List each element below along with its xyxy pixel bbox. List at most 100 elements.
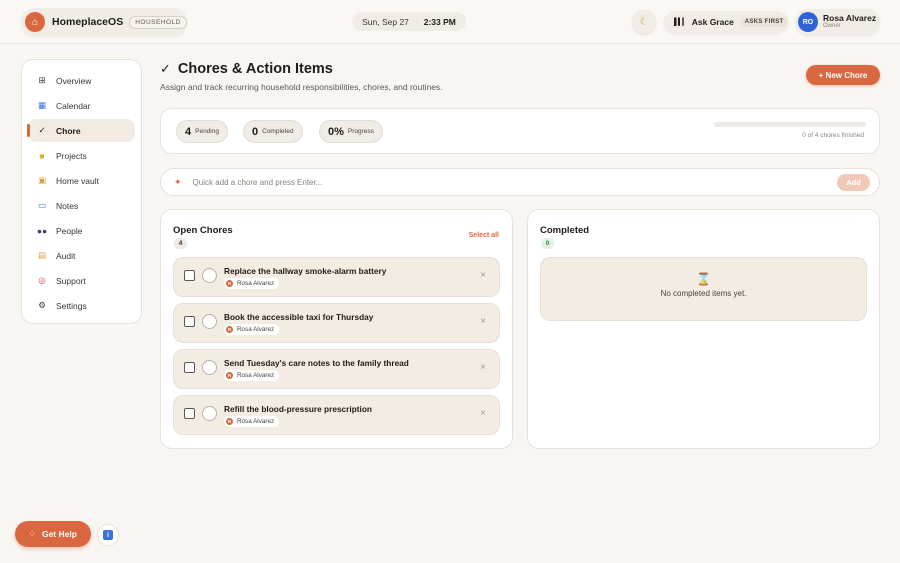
open-count-badge: 4 (174, 238, 187, 249)
progress-label: Progress (347, 128, 374, 135)
chore-item[interactable]: Replace the hallway smoke-alarm battery … (173, 257, 500, 297)
open-chores-title: Open Chores (173, 225, 233, 236)
check-icon: ✓ (160, 61, 171, 76)
home-icon: ⌂ (25, 12, 45, 32)
add-button[interactable]: Add (837, 174, 870, 191)
owner-avatar: R (226, 372, 233, 379)
select-checkbox[interactable] (184, 362, 195, 373)
date-text: Sun, Sep 27 (362, 16, 409, 27)
owner-chip: R Rosa Alvarez (224, 324, 280, 335)
chore-item[interactable]: Refill the blood-pressure prescription R… (173, 395, 500, 435)
gear-icon: ⚙ (38, 300, 46, 310)
completed-value: 0 (252, 125, 259, 138)
sidebar-item-overview[interactable]: ⊞ Overview (28, 69, 135, 92)
quick-add-input[interactable] (192, 177, 813, 187)
sidebar: ⊞ Overview ▦ Calendar ✓ Chore ■ Projects… (21, 59, 142, 324)
ask-grace-button[interactable]: ▌▍▎ Ask Grace ASKS FIRST (664, 11, 788, 33)
chore-item[interactable]: Send Tuesday's care notes to the family … (173, 349, 500, 389)
owner-chip: R Rosa Alvarez (224, 416, 280, 427)
owner-avatar: R (226, 418, 233, 425)
completed-panel: Completed 0 ⌛ No completed items yet. (527, 209, 880, 449)
sidebar-item-home-vault[interactable]: ▣ Home vault (28, 169, 135, 192)
calendar-icon: ▦ (37, 100, 47, 110)
complete-toggle[interactable] (202, 268, 217, 283)
open-chores-panel: Open Chores 4 Select all Replace the hal… (160, 209, 513, 449)
folder-icon: ■ (39, 150, 45, 161)
complete-toggle[interactable] (202, 360, 217, 375)
pending-label: Pending (195, 128, 219, 135)
time-text: 2:33 PM (423, 16, 456, 27)
progress-bar (714, 122, 866, 127)
complete-toggle[interactable] (202, 406, 217, 421)
user-menu[interactable]: RO Rosa Alvarez Owner (795, 9, 880, 35)
quick-add-bar: ✦ Add (160, 168, 880, 196)
owner-chip: R Rosa Alvarez (224, 278, 280, 289)
check-icon: ✓ (38, 125, 46, 135)
sparkle-icon: ✦ (174, 176, 182, 187)
close-icon[interactable]: × (480, 316, 486, 327)
new-chore-button[interactable]: + New Chore (806, 65, 880, 85)
sidebar-item-calendar[interactable]: ▦ Calendar (28, 94, 135, 117)
sidebar-item-label: Settings (56, 300, 87, 311)
sidebar-item-notes[interactable]: ▭ Notes (28, 194, 135, 217)
waveform-icon: ▌▍▎ (674, 19, 688, 26)
household-badge: HOUSEHOLD (129, 15, 187, 29)
brand-pill[interactable]: ⌂ HomeplaceOS HOUSEHOLD (21, 8, 187, 36)
sidebar-item-label: Chore (56, 125, 81, 136)
sidebar-item-people[interactable]: ●● People (28, 219, 135, 242)
complete-toggle[interactable] (202, 314, 217, 329)
sidebar-item-audit[interactable]: ▤ Audit (28, 244, 135, 267)
get-help-label: Get Help (41, 529, 77, 539)
get-help-button[interactable]: ⁘ Get Help (15, 521, 91, 547)
sidebar-item-label: Overview (56, 75, 92, 86)
ask-grace-label: Ask Grace (691, 17, 734, 27)
sidebar-item-label: Projects (56, 150, 87, 161)
sidebar-item-projects[interactable]: ■ Projects (28, 144, 135, 167)
people-icon: ●● (36, 225, 48, 236)
chore-item[interactable]: Book the accessible taxi for Thursday R … (173, 303, 500, 343)
close-icon[interactable]: × (480, 408, 486, 419)
completed-title: Completed (540, 225, 590, 236)
moon-icon[interactable]: ☾ (632, 10, 656, 34)
owner-name: Rosa Alvarez (237, 326, 275, 333)
lock-icon: ▣ (37, 175, 47, 185)
pending-value: 4 (185, 125, 192, 138)
empty-state: ⌛ No completed items yet. (540, 257, 867, 321)
sidebar-item-support[interactable]: ◎ Support (28, 269, 135, 292)
sidebar-item-label: Calendar (56, 100, 91, 111)
owner-chip: R Rosa Alvarez (224, 370, 280, 381)
progress-stat: 0% Progress (319, 120, 383, 143)
info-button[interactable]: i (97, 524, 119, 546)
owner-name: Rosa Alvarez (237, 418, 275, 425)
owner-avatar: R (226, 280, 233, 287)
sidebar-item-chore[interactable]: ✓ Chore (27, 119, 135, 142)
page-title: ✓ Chores & Action Items (160, 61, 333, 77)
completed-label: Completed (262, 128, 294, 135)
pending-stat: 4 Pending (176, 120, 228, 143)
sidebar-item-label: Support (56, 275, 86, 286)
chore-title: Send Tuesday's care notes to the family … (224, 358, 409, 368)
progress-value: 0% (328, 125, 344, 138)
avatar: RO (798, 12, 818, 32)
asks-first-badge: ASKS FIRST (740, 17, 788, 27)
completed-count-badge: 0 (541, 238, 554, 249)
top-bar: ⌂ HomeplaceOS HOUSEHOLD Sun, Sep 27 · 2:… (0, 0, 900, 44)
select-checkbox[interactable] (184, 408, 195, 419)
sidebar-item-settings[interactable]: ⚙ Settings (28, 294, 135, 317)
date-time-display: Sun, Sep 27 · 2:33 PM (352, 12, 466, 31)
chore-title: Replace the hallway smoke-alarm battery (224, 266, 387, 276)
separator-dot: · (414, 16, 418, 27)
lifebuoy-icon: ◎ (38, 275, 46, 285)
page-subtitle: Assign and track recurring household res… (160, 82, 443, 92)
brand-name: HomeplaceOS (52, 16, 124, 28)
sidebar-item-label: People (56, 225, 83, 236)
empty-state-text: No completed items yet. (660, 289, 747, 298)
select-checkbox[interactable] (184, 316, 195, 327)
grid-dots-icon: ⁘ (29, 531, 35, 538)
sidebar-item-label: Audit (56, 250, 76, 261)
close-icon[interactable]: × (480, 362, 486, 373)
select-checkbox[interactable] (184, 270, 195, 281)
user-role: Owner (823, 23, 841, 30)
close-icon[interactable]: × (480, 270, 486, 281)
select-all-link[interactable]: Select all (469, 232, 499, 239)
